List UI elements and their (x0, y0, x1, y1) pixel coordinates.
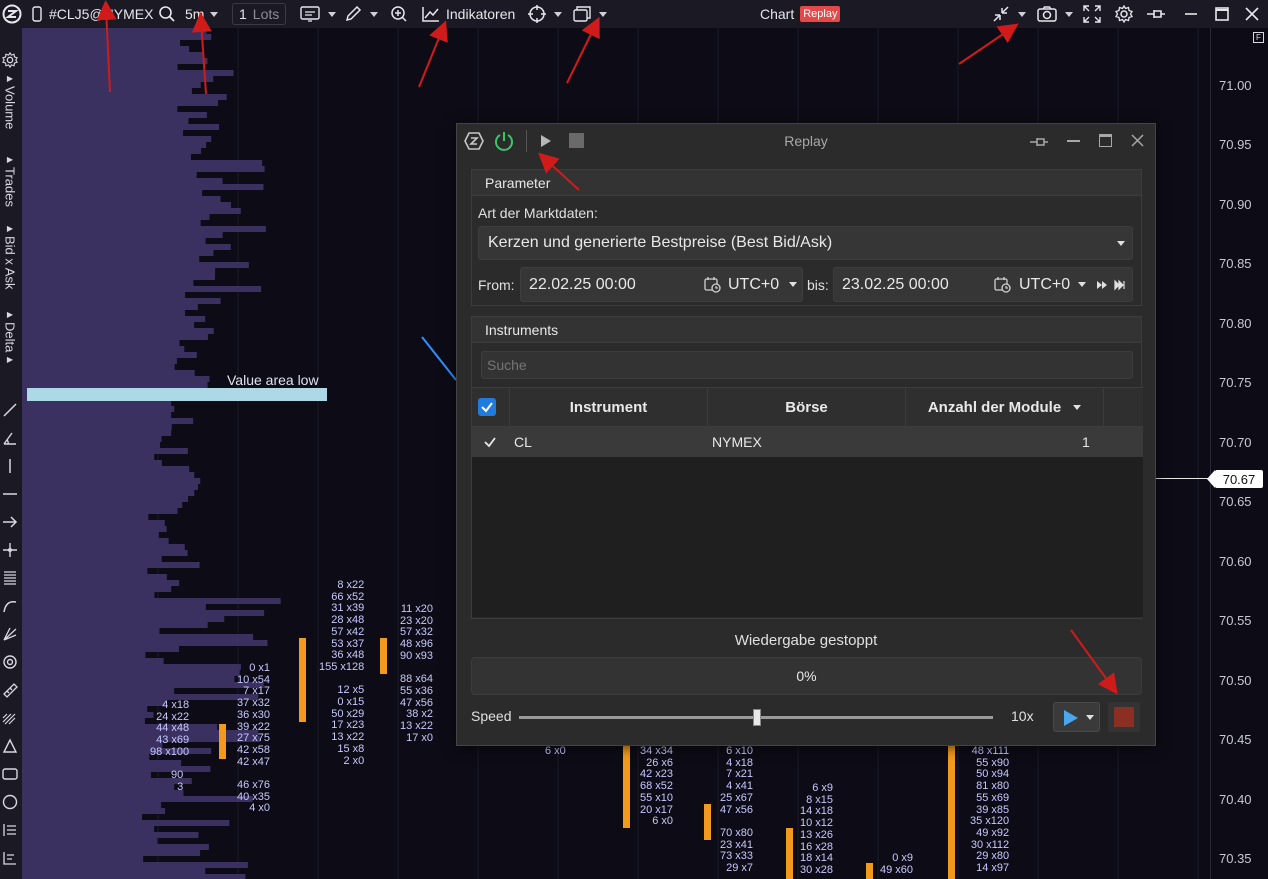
annotation-arrow (418, 20, 448, 88)
annotation-arrow (958, 23, 1019, 65)
annotation-arrow (96, 0, 117, 93)
annotation-arrow (538, 152, 580, 191)
annotation-arrows (96, 0, 1118, 695)
annotation-arrow (191, 12, 212, 95)
annotation-arrow (1070, 629, 1118, 695)
annotation-arrow (566, 16, 600, 84)
